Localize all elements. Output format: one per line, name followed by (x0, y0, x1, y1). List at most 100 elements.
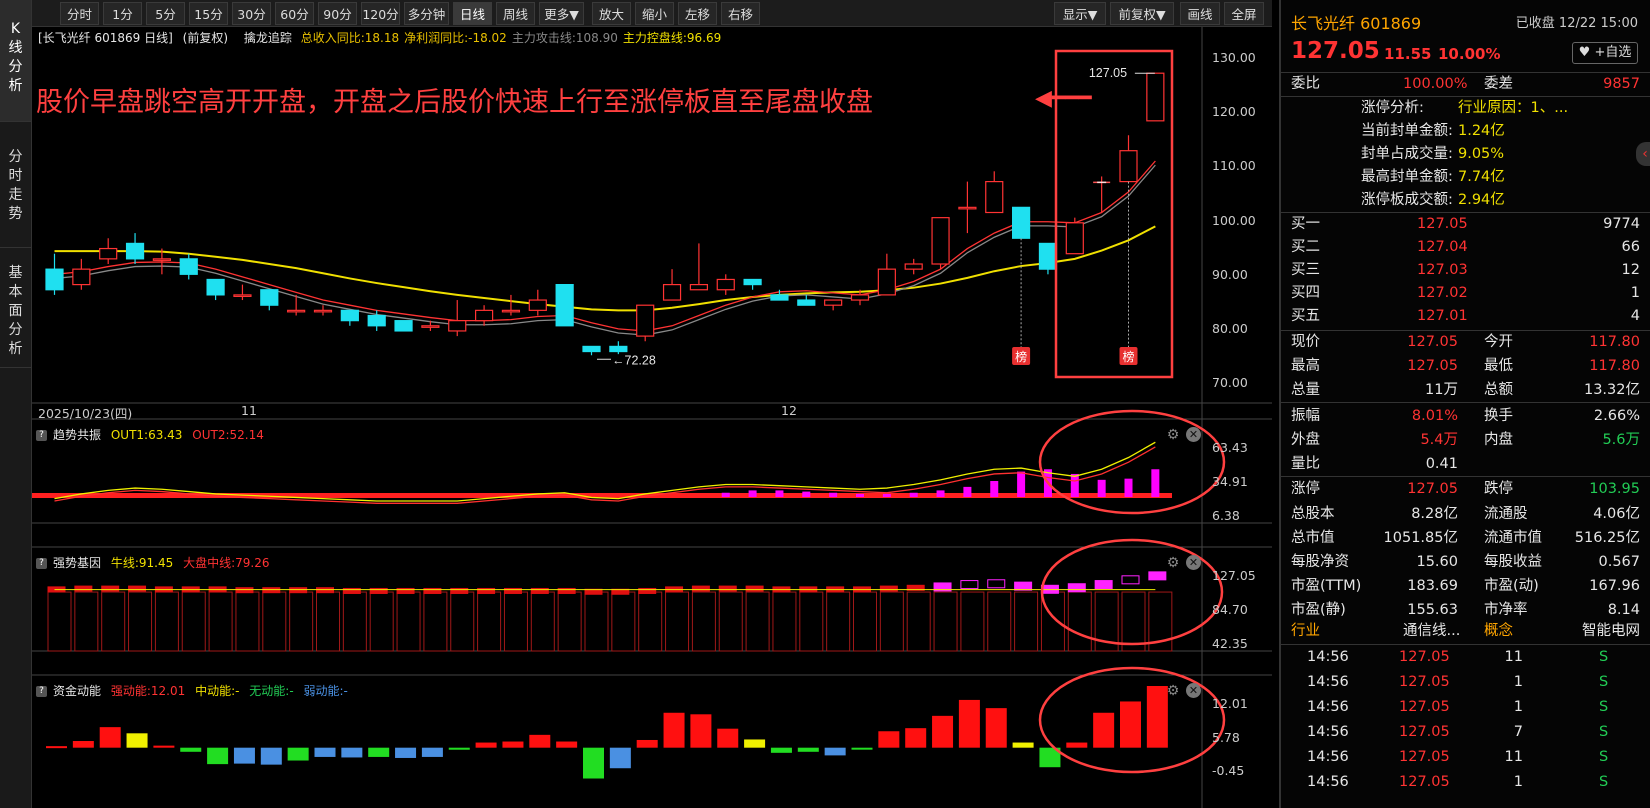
quote-row: 涨停 127.05 跌停 103.95 (1281, 478, 1650, 501)
trend-bar (1124, 478, 1133, 497)
sub3-close-icon[interactable]: ✕ (1186, 683, 1201, 698)
candle[interactable] (1119, 135, 1138, 183)
help-icon[interactable]: ? (36, 430, 47, 441)
candle[interactable] (931, 217, 950, 270)
candle[interactable] (1093, 176, 1111, 213)
candle[interactable] (689, 243, 709, 291)
bid-row[interactable]: 买二 127.04 66 (1281, 236, 1650, 259)
candle[interactable] (260, 289, 279, 311)
momentum-bar (475, 742, 497, 748)
candle[interactable] (582, 345, 601, 356)
toolbar-right-button-2[interactable]: 画线 (1180, 2, 1220, 25)
candle[interactable] (636, 304, 655, 342)
period-button-1[interactable]: 1分 (103, 2, 142, 25)
candle[interactable] (555, 284, 574, 327)
quote-value: 155.63 (1407, 602, 1458, 618)
candle[interactable] (45, 253, 64, 295)
bid-row[interactable]: 买三 127.03 12 (1281, 259, 1650, 282)
add-watchlist-button[interactable]: ♥ +自选 (1572, 42, 1638, 64)
candle[interactable] (716, 274, 735, 295)
sub2-close-icon[interactable]: ✕ (1186, 555, 1201, 570)
collapse-icon[interactable]: ‹ (1636, 142, 1650, 166)
bid-row[interactable]: 买四 127.02 1 (1281, 282, 1650, 305)
period-button-5[interactable]: 60分 (275, 2, 314, 25)
candle[interactable] (958, 181, 977, 234)
period-button-7[interactable]: 120分 (361, 2, 400, 25)
momentum-bar (1066, 742, 1088, 748)
candle[interactable] (1065, 217, 1084, 255)
candle[interactable] (394, 320, 413, 332)
candle[interactable] (179, 253, 198, 280)
candle-body (743, 278, 762, 286)
candle[interactable] (448, 300, 467, 337)
candle[interactable] (99, 238, 118, 264)
out1-line (54, 441, 1156, 502)
bid-row[interactable]: 买一 127.05 9774 (1281, 213, 1650, 236)
tab-kline-analysis[interactable]: K线分析 (0, 0, 31, 122)
candle[interactable] (501, 294, 521, 316)
action-button-3[interactable]: 右移 (721, 2, 760, 25)
candle-body (636, 304, 655, 337)
concept-value[interactable]: 智能电网 (1582, 620, 1640, 643)
period-button-0[interactable]: 分时 (60, 2, 99, 25)
period-button-2[interactable]: 5分 (146, 2, 185, 25)
help-icon[interactable]: ? (36, 558, 47, 569)
bid-row[interactable]: 买五 127.01 4 (1281, 305, 1650, 328)
y-tick-label: 130.00 (1212, 50, 1256, 65)
quote-row: 总市值 1051.85亿 流通市值 516.25亿 (1281, 527, 1650, 550)
tab-label: 分时走势 (8, 149, 23, 222)
candle[interactable] (1038, 242, 1058, 275)
candle[interactable] (877, 253, 896, 296)
period-button-3[interactable]: 15分 (189, 2, 228, 25)
candle[interactable] (743, 278, 762, 290)
candle[interactable] (904, 258, 923, 275)
candle[interactable] (985, 171, 1004, 214)
toolbar-right-button-3[interactable]: 全屏 (1224, 2, 1264, 25)
gene-volume-bar (74, 591, 99, 652)
toolbar-right-button-0[interactable]: 显示▼ (1054, 2, 1106, 25)
sub3-gear-icon[interactable]: ⚙ (1165, 683, 1181, 699)
period-button-6[interactable]: 90分 (318, 2, 357, 25)
candle[interactable] (1146, 72, 1165, 122)
help-icon[interactable]: ? (36, 686, 47, 697)
momentum-bar (99, 727, 121, 748)
period-button-11[interactable]: 更多▼ (539, 2, 584, 25)
toolbar-right-button-1[interactable]: 前复权▼ (1110, 2, 1174, 25)
gene-volume-bar (1014, 591, 1039, 652)
concept-label[interactable]: 概念 (1484, 620, 1513, 643)
limit-value[interactable]: 行业原因：1、... (1458, 97, 1568, 120)
action-button-2[interactable]: 左移 (678, 2, 717, 25)
candle[interactable] (1011, 206, 1031, 239)
candle[interactable] (206, 278, 225, 301)
candle[interactable] (662, 269, 682, 301)
candle[interactable] (125, 233, 145, 264)
period-button-4[interactable]: 30分 (232, 2, 271, 25)
candle[interactable] (824, 299, 843, 311)
candle[interactable] (340, 309, 359, 326)
tick-price: 127.05 (1399, 774, 1450, 790)
period-button-10[interactable]: 周线 (496, 2, 535, 25)
period-button-8[interactable]: 多分钟 (404, 2, 449, 25)
sub2-gear-icon[interactable]: ⚙ (1165, 555, 1181, 571)
gene-volume-bar (638, 591, 663, 652)
sub1-close-icon[interactable]: ✕ (1186, 427, 1201, 442)
candle[interactable] (72, 258, 91, 290)
quote-key: 市盈(TTM) (1291, 578, 1362, 594)
action-button-1[interactable]: 缩小 (635, 2, 674, 25)
candle[interactable] (233, 284, 252, 301)
industry-label[interactable]: 行业 (1291, 620, 1320, 643)
candle[interactable] (475, 305, 494, 326)
industry-value[interactable]: 通信线... (1403, 620, 1460, 643)
quote-key: 流通市值 (1484, 530, 1542, 546)
action-button-0[interactable]: 放大 (592, 2, 631, 25)
candle[interactable] (609, 341, 628, 355)
period-button-9[interactable]: 日线 (453, 2, 492, 25)
tab-intraday[interactable]: 分时走势 (0, 122, 31, 248)
gene-marker (691, 585, 710, 592)
candle[interactable] (528, 289, 547, 316)
momentum-bar (153, 745, 175, 748)
candle[interactable] (797, 294, 816, 306)
tab-fundamentals[interactable]: 基本面分析 (0, 248, 31, 368)
sub1-gear-icon[interactable]: ⚙ (1165, 427, 1181, 443)
candle[interactable] (313, 305, 333, 316)
